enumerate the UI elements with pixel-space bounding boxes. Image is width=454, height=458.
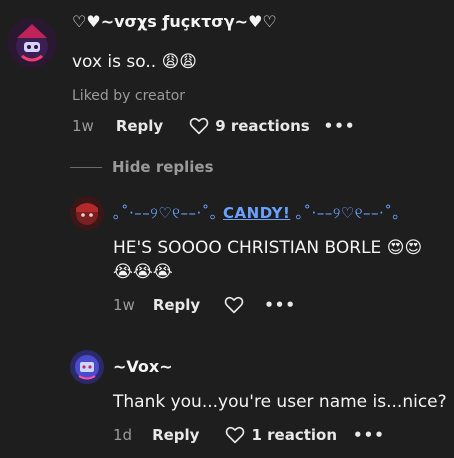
reply-emoji-inline: 😍😍	[386, 238, 423, 258]
reply-button[interactable]: Reply	[152, 426, 199, 444]
heart-outline-icon	[224, 296, 244, 314]
heart-outline-icon	[226, 426, 245, 444]
hide-replies-button[interactable]: Hide replies	[70, 158, 214, 176]
reply-time: 1w	[113, 296, 135, 314]
reply-username-candy[interactable]: ｡˚·––୨♡୧––·˚｡ CANDY! ｡˚·––୨♡୧––·˚｡	[113, 202, 400, 223]
reply-username-vox[interactable]: ~Vox~	[113, 357, 173, 376]
reply-time: 1d	[113, 426, 133, 444]
reply-action-row: 1w Reply •••	[113, 296, 296, 314]
comment-text-line: vox is so.. 😩😩	[72, 52, 197, 72]
more-options-button[interactable]: •••	[264, 296, 296, 314]
comment-emoji: 😩😩	[161, 52, 198, 72]
reactions-button[interactable]: 9 reactions	[189, 117, 310, 135]
avatar-candy[interactable]	[70, 196, 104, 230]
reply-text-line: HE'S SOOOO CHRISTIAN BORLE 😍😍	[113, 238, 422, 258]
reply-action-row: 1d Reply 1 reaction •••	[113, 426, 385, 444]
more-options-button[interactable]: •••	[353, 426, 385, 444]
comment-time: 1w	[72, 117, 94, 135]
hide-replies-label: Hide replies	[112, 158, 214, 176]
react-button[interactable]	[224, 296, 244, 314]
liked-by-creator-label: Liked by creator	[72, 88, 186, 104]
hide-replies-divider	[70, 166, 102, 168]
more-options-button[interactable]: •••	[324, 117, 356, 135]
reactions-count: 1 reaction	[251, 426, 338, 444]
reactions-count: 9 reactions	[215, 117, 310, 135]
username-core: CANDY!	[223, 204, 291, 222]
comment-text: vox is so..	[72, 52, 157, 72]
username-decoration-right: ｡˚·––୨♡୧––·˚｡	[290, 204, 401, 222]
reply-emoji-line: 😭😭😭	[113, 262, 173, 282]
avatar-image	[7, 18, 57, 68]
avatar-vox[interactable]	[70, 350, 104, 384]
comment-username[interactable]: ♡♥~vσχs ƒuçкτσγ~♥♡	[72, 12, 277, 31]
avatar-image	[70, 196, 104, 230]
username-decoration-left: ｡˚·––୨♡୧––·˚｡	[113, 204, 224, 222]
heart-outline-icon	[189, 117, 209, 135]
reactions-button[interactable]: 1 reaction	[225, 426, 337, 444]
reply-button[interactable]: Reply	[153, 296, 200, 314]
avatar-image	[70, 350, 104, 384]
avatar-voxs-fucktoy[interactable]	[7, 18, 57, 68]
reply-text: Thank you...you're user name is...nice?	[113, 392, 447, 412]
reply-text: HE'S SOOOO CHRISTIAN BORLE	[113, 238, 382, 258]
reply-button[interactable]: Reply	[116, 117, 163, 135]
comment-action-row: 1w Reply 9 reactions •••	[72, 117, 355, 135]
